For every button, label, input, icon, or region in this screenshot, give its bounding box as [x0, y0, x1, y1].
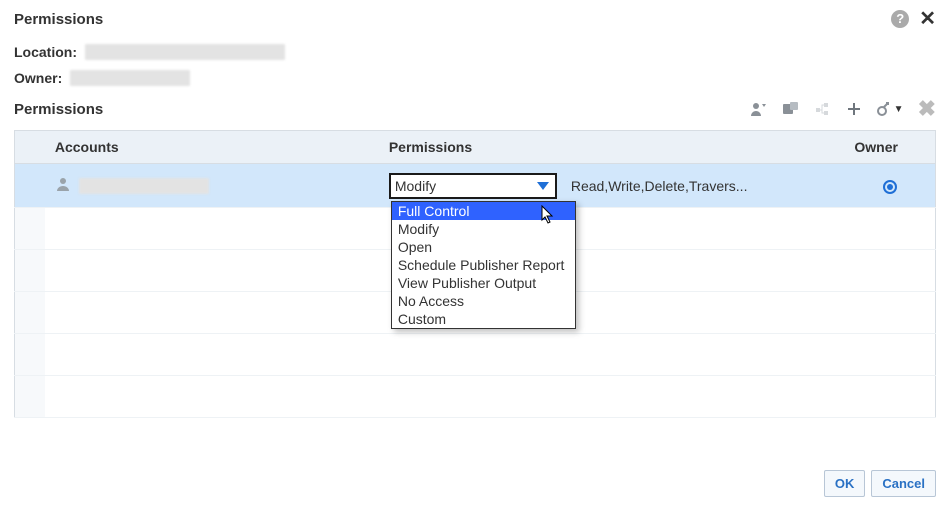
dropdown-option[interactable]: Full Control: [392, 202, 575, 220]
dropdown-option[interactable]: Open: [392, 238, 575, 256]
ok-button[interactable]: OK: [824, 470, 866, 497]
set-hierarchy-icon: [814, 101, 832, 117]
location-row: Location: xxxxxxxxxxxxxxxxxxx: [14, 44, 936, 60]
section-bar: Permissions ▼ ✖: [14, 96, 936, 122]
col-accounts[interactable]: Accounts: [45, 131, 379, 164]
permissions-table: Accounts Permissions Owner xxxxxxxxxxxx: [14, 130, 936, 418]
user-icon: [55, 176, 71, 195]
account-cell: xxxxxxxxxxxx: [55, 176, 369, 195]
chevron-down-icon: [537, 182, 549, 190]
dropdown-option[interactable]: Custom: [392, 310, 575, 328]
table-row: [15, 334, 936, 376]
toolbar: ▼ ✖: [750, 96, 936, 122]
owner-row: Owner: xxxxxxxxxxx: [14, 70, 936, 86]
row-handle[interactable]: [15, 164, 45, 208]
add-group-icon[interactable]: [782, 101, 800, 117]
owner-label: Owner:: [14, 70, 62, 86]
col-handle: [15, 131, 45, 164]
dropdown-option[interactable]: No Access: [392, 292, 575, 310]
owner-value-redacted: xxxxxxxxxxx: [70, 70, 190, 86]
section-title: Permissions: [14, 101, 103, 118]
location-label: Location:: [14, 44, 77, 60]
col-permissions[interactable]: Permissions: [379, 131, 845, 164]
permission-cell: Modify Full Control Modify Open Schedule…: [389, 173, 835, 199]
owner-radio[interactable]: [883, 180, 897, 194]
dropdown-option[interactable]: Schedule Publisher Report: [392, 256, 575, 274]
table-row[interactable]: xxxxxxxxxxxx Modify Full Control Modify …: [15, 164, 936, 208]
permissions-dialog: Permissions ? ✕ Location: xxxxxxxxxxxxxx…: [0, 0, 950, 418]
dialog-header: Permissions ? ✕: [14, 8, 936, 34]
inherit-icon[interactable]: ▼: [876, 101, 904, 117]
permission-select[interactable]: Modify Full Control Modify Open Schedule…: [389, 173, 557, 199]
chevron-down-icon[interactable]: ▼: [894, 104, 904, 115]
account-name-redacted: xxxxxxxxxxxx: [79, 178, 209, 194]
permission-dropdown[interactable]: Full Control Modify Open Schedule Publis…: [391, 201, 576, 329]
help-icon[interactable]: ?: [891, 10, 909, 28]
dropdown-option[interactable]: Modify: [392, 220, 575, 238]
col-owner[interactable]: Owner: [844, 131, 935, 164]
add-user-icon[interactable]: [750, 101, 768, 117]
dropdown-option[interactable]: View Publisher Output: [392, 274, 575, 292]
dialog-footer: OK Cancel: [824, 470, 936, 497]
location-value-redacted: xxxxxxxxxxxxxxxxxxx: [85, 44, 285, 60]
add-icon[interactable]: [846, 101, 862, 117]
delete-icon[interactable]: ✖: [918, 96, 936, 122]
dialog-title: Permissions: [14, 11, 103, 28]
cancel-button[interactable]: Cancel: [871, 470, 936, 497]
permission-select-value: Modify: [395, 178, 436, 194]
table-row: [15, 376, 936, 418]
close-icon[interactable]: ✕: [919, 10, 936, 28]
permission-description: Read,Write,Delete,Travers...: [571, 178, 748, 194]
